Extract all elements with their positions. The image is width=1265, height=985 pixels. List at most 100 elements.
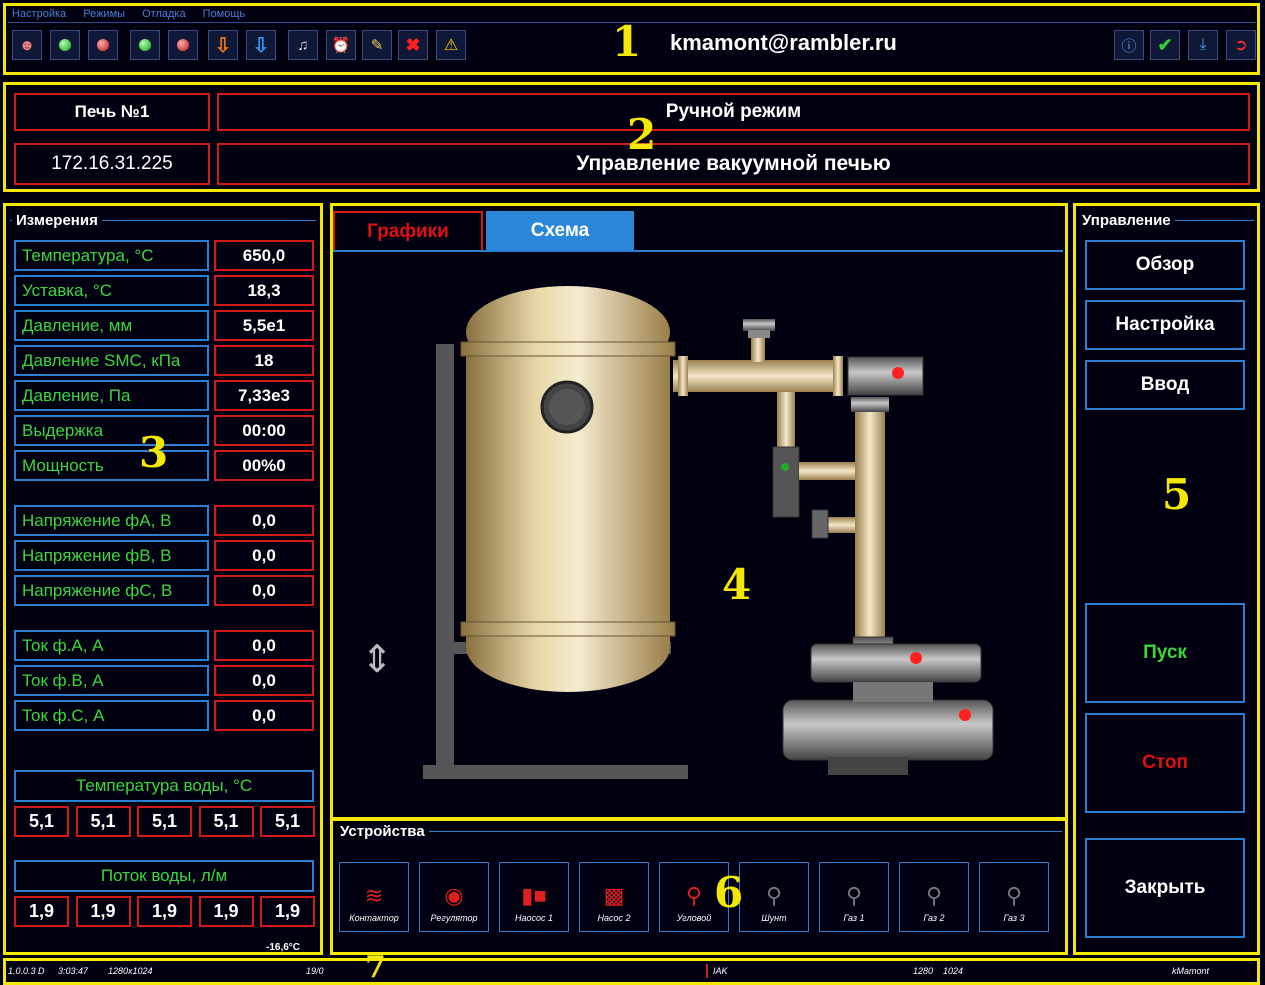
status-resolution: 1280x1024 bbox=[108, 966, 153, 976]
device-label: Шунт bbox=[761, 913, 787, 923]
red-led-icon[interactable] bbox=[88, 30, 118, 60]
device-icon: ⚲ bbox=[1005, 883, 1023, 908]
water-temp-label: Температура воды, °С bbox=[14, 770, 314, 802]
measurement-label: Давление, мм bbox=[14, 310, 209, 341]
stop-button[interactable]: Стоп bbox=[1085, 713, 1245, 813]
measurement-label: Напряжение фВ, В bbox=[14, 540, 209, 571]
device-label: Газ 2 bbox=[923, 913, 945, 923]
device-icon: ◉ bbox=[444, 883, 464, 908]
device-button[interactable]: ≋ Контактор bbox=[339, 862, 409, 932]
angle-valve bbox=[847, 356, 924, 396]
water-flow-label: Поток воды, л/м bbox=[14, 860, 314, 892]
close-icon[interactable]: ✖ bbox=[398, 30, 428, 60]
device-icon: ⚲ bbox=[925, 883, 943, 908]
red-led-icon[interactable] bbox=[168, 30, 198, 60]
menu-modes[interactable]: Режимы bbox=[83, 8, 125, 20]
exit-icon[interactable]: ➲ bbox=[1226, 30, 1256, 60]
note-icon[interactable]: ✎ bbox=[362, 30, 392, 60]
gauge-top bbox=[743, 319, 775, 331]
water-temp-value: 5,1 bbox=[260, 806, 315, 837]
statusbar-region bbox=[3, 958, 1260, 985]
tank-flange-bottom bbox=[460, 621, 676, 637]
measurement-value: 650,0 bbox=[214, 240, 314, 271]
device-button[interactable]: ▮■ Наосос 1 bbox=[499, 862, 569, 932]
music-icon[interactable]: ♫ bbox=[288, 30, 318, 60]
measurement-value: 18 bbox=[214, 345, 314, 376]
water-flow-value: 1,9 bbox=[137, 896, 192, 927]
tank-flange-top bbox=[460, 341, 676, 357]
status-count: 19/0 bbox=[306, 966, 324, 976]
water-flow-value: 1,9 bbox=[260, 896, 315, 927]
stand-base bbox=[423, 765, 688, 779]
status-divider bbox=[706, 964, 708, 978]
device-label: Газ 3 bbox=[1003, 913, 1025, 923]
measurement-value: 0,0 bbox=[214, 575, 314, 606]
water-temp-value: 5,1 bbox=[14, 806, 69, 837]
menu-settings[interactable]: Настройка bbox=[12, 8, 66, 20]
devices-rule bbox=[336, 831, 1062, 832]
device-label: Регулятор bbox=[430, 913, 478, 923]
menu-debug[interactable]: Отладка bbox=[142, 8, 185, 20]
status-time: 3:03:47 bbox=[58, 966, 89, 976]
measurement-label: Давление SMC, кПа bbox=[14, 345, 209, 376]
measurement-value: 5,5е1 bbox=[214, 310, 314, 341]
email-label: kmamont@rambler.ru bbox=[670, 30, 897, 55]
furnace-schematic: ⇕ bbox=[361, 286, 994, 779]
riser-pipe bbox=[855, 412, 885, 647]
valve-led bbox=[892, 367, 904, 379]
status-height: 1024 bbox=[943, 966, 964, 976]
arrow-down-orange-icon[interactable]: ⇩ bbox=[208, 30, 238, 60]
measurement-label: Мощность bbox=[14, 450, 209, 481]
overview-button[interactable]: Обзор bbox=[1085, 240, 1245, 290]
start-button[interactable]: Пуск bbox=[1085, 603, 1245, 703]
measurement-value: 00:00 bbox=[214, 415, 314, 446]
furnace-label: Печь №1 bbox=[14, 93, 210, 131]
measurement-value: 0,0 bbox=[214, 665, 314, 696]
roots-pump bbox=[810, 643, 982, 683]
water-temp-value: 5,1 bbox=[137, 806, 192, 837]
menu-help[interactable]: Помощь bbox=[203, 8, 246, 20]
user-icon[interactable]: ☻ bbox=[12, 30, 42, 60]
measurement-value: 0,0 bbox=[214, 505, 314, 536]
tab-charts[interactable]: Графики bbox=[333, 211, 483, 251]
green-led-icon[interactable] bbox=[50, 30, 80, 60]
device-button[interactable]: ⚲ Газ 3 bbox=[979, 862, 1049, 932]
annotation-1: 1 bbox=[612, 17, 642, 66]
water-flow-value: 1,9 bbox=[75, 896, 131, 927]
tab-schema[interactable]: Схема bbox=[486, 211, 634, 251]
check-icon[interactable]: ✔ bbox=[1150, 30, 1180, 60]
measurement-value: 0,0 bbox=[214, 700, 314, 731]
device-icon: ▮■ bbox=[521, 883, 547, 908]
annotation-5: 5 bbox=[1162, 470, 1192, 519]
close-button[interactable]: Закрыть bbox=[1085, 838, 1245, 938]
warning-icon[interactable]: ⚠ bbox=[436, 30, 466, 60]
pump1-led bbox=[910, 652, 922, 664]
arrow-down-blue-icon[interactable]: ⇩ bbox=[246, 30, 276, 60]
info-icon[interactable]: ⓘ bbox=[1114, 30, 1144, 60]
device-button[interactable]: ⚲ Газ 2 bbox=[899, 862, 969, 932]
device-button[interactable]: ▩ Насос 2 bbox=[579, 862, 649, 932]
device-button[interactable]: ⚲ Газ 1 bbox=[819, 862, 889, 932]
device-button[interactable]: ⚲ Шунт bbox=[739, 862, 809, 932]
settings-button[interactable]: Настройка bbox=[1085, 300, 1245, 350]
measurement-label: Напряжение фС, В bbox=[14, 575, 209, 606]
green-led-icon[interactable] bbox=[130, 30, 160, 60]
device-label: Насос 2 bbox=[597, 913, 631, 923]
water-temp-value: 5,1 bbox=[75, 806, 131, 837]
annotation-4: 4 bbox=[722, 560, 752, 609]
main-pipe bbox=[673, 360, 843, 392]
measurement-value: 00%0 bbox=[214, 450, 314, 481]
water-flow-value: 1,9 bbox=[198, 896, 254, 927]
device-label: Контактор bbox=[349, 913, 399, 923]
stand-post bbox=[436, 344, 454, 769]
measurement-value: 7,33е3 bbox=[214, 380, 314, 411]
ip-address: 172.16.31.225 bbox=[14, 143, 210, 185]
download-icon[interactable]: ⤓ bbox=[1188, 30, 1218, 60]
device-button[interactable]: ◉ Регулятор bbox=[419, 862, 489, 932]
alarm-clock-icon[interactable]: ⏰ bbox=[326, 30, 356, 60]
rotary-pump bbox=[782, 699, 994, 761]
annotation-6: 6 bbox=[714, 868, 744, 917]
measurement-value: 0,0 bbox=[214, 540, 314, 571]
device-icon: ⚲ bbox=[685, 883, 703, 908]
input-button[interactable]: Ввод bbox=[1085, 360, 1245, 410]
